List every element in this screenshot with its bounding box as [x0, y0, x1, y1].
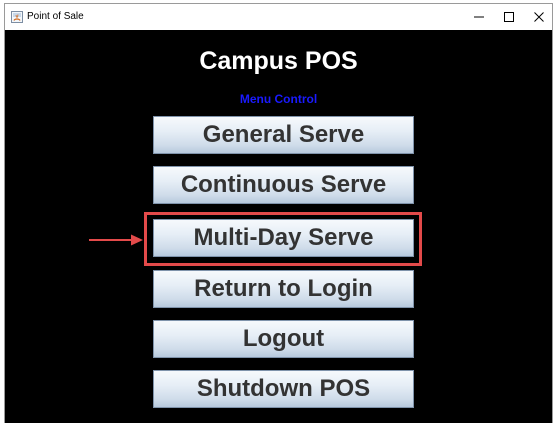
- multi-day-serve-button[interactable]: Multi-Day Serve: [153, 219, 414, 257]
- continuous-serve-button[interactable]: Continuous Serve: [153, 166, 414, 204]
- close-icon: [534, 12, 544, 22]
- title-bar[interactable]: Point of Sale: [5, 4, 552, 30]
- menu-panel: Campus POS Menu Control General Serve Co…: [5, 30, 552, 423]
- logout-button[interactable]: Logout: [153, 320, 414, 358]
- minimize-icon: [474, 12, 484, 22]
- maximize-icon: [504, 12, 514, 22]
- arrow-right-icon: [89, 233, 143, 251]
- close-button[interactable]: [524, 4, 552, 30]
- app-title: Campus POS: [199, 47, 358, 75]
- java-app-icon: [11, 11, 23, 23]
- menu-control-label: Menu Control: [239, 92, 318, 106]
- return-to-login-button[interactable]: Return to Login: [153, 270, 414, 308]
- app-window: Point of Sale Campus POS Menu Control Ge…: [4, 3, 553, 423]
- general-serve-button[interactable]: General Serve: [153, 116, 414, 154]
- maximize-button[interactable]: [494, 4, 524, 30]
- shutdown-pos-button[interactable]: Shutdown POS: [153, 370, 414, 408]
- window-title: Point of Sale: [27, 11, 84, 22]
- minimize-button[interactable]: [464, 4, 494, 30]
